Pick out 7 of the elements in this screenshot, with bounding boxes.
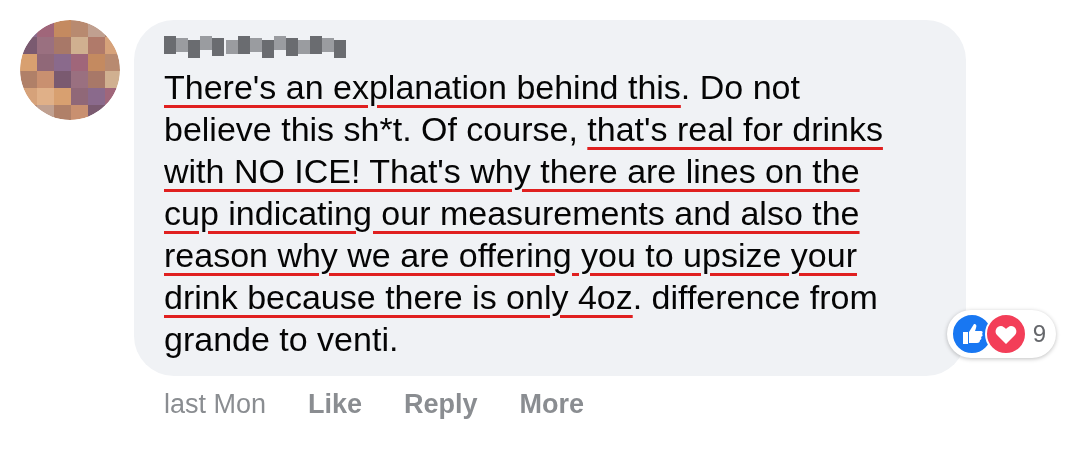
comment-action-link[interactable]: Reply — [404, 384, 478, 425]
reaction-badge[interactable]: 9 — [946, 310, 1056, 358]
comment-time: last Mon — [164, 388, 267, 421]
comment-text: There's an explanation behind this. Do not believe this sh*t. Of course, that's real for drinks with NO ICE! That's why there are lines on the cup indicating our measurements and also the reason why we are offering you to upsize your drink because there is only 4oz. difference from grande to venti. — [164, 67, 884, 360]
comment-action-link[interactable]: More — [519, 384, 585, 425]
comment-action-link[interactable]: Like — [308, 384, 363, 425]
reaction-count: 9 — [1032, 319, 1046, 349]
